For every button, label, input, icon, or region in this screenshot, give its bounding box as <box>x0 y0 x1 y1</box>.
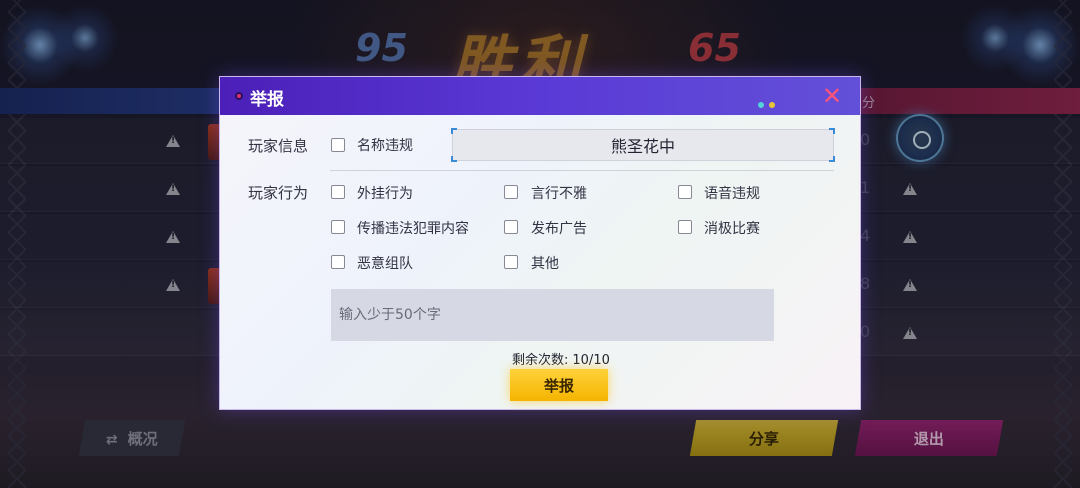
ads-label[interactable]: 发布广告 <box>531 218 587 238</box>
player-name-display: 熊圣花中 <box>451 128 835 162</box>
report-dialog: 举报 ✕ 玩家信息 名称违规 熊圣花中 玩家行为 外挂行为 言行不雅 语音违规 … <box>219 76 861 410</box>
report-description-input[interactable] <box>331 289 774 341</box>
player-info-label: 玩家信息 <box>248 137 309 155</box>
indecent-checkbox[interactable] <box>504 185 518 199</box>
player-name: 熊圣花中 <box>610 137 675 156</box>
submit-label: 举报 <box>543 376 574 395</box>
remaining-value: 10/10 <box>572 353 610 368</box>
dot-icon <box>758 102 764 108</box>
dot-icon <box>769 102 775 108</box>
indecent-label[interactable]: 言行不雅 <box>531 183 587 203</box>
cheat-checkbox[interactable] <box>331 185 345 199</box>
cheat-label[interactable]: 外挂行为 <box>357 183 413 203</box>
section-divider <box>330 170 834 171</box>
submit-report-button[interactable]: 举报 <box>510 369 608 401</box>
report-badge-icon <box>235 92 243 100</box>
decor-dots <box>758 93 780 112</box>
voice-violation-label[interactable]: 语音违规 <box>704 183 760 203</box>
passive-play-label[interactable]: 消极比赛 <box>704 218 760 238</box>
ads-checkbox[interactable] <box>504 220 518 234</box>
close-icon[interactable]: ✕ <box>820 84 844 108</box>
remaining-label: 剩余次数: <box>512 353 569 368</box>
dialog-header: 举报 ✕ <box>220 77 860 115</box>
player-behavior-label: 玩家行为 <box>248 184 309 202</box>
other-label[interactable]: 其他 <box>531 253 559 273</box>
name-violation-label[interactable]: 名称违规 <box>357 135 413 155</box>
malicious-team-label[interactable]: 恶意组队 <box>357 253 413 273</box>
passive-play-checkbox[interactable] <box>678 220 692 234</box>
malicious-team-checkbox[interactable] <box>331 255 345 269</box>
illegal-content-label[interactable]: 传播违法犯罪内容 <box>357 218 469 238</box>
illegal-content-checkbox[interactable] <box>331 220 345 234</box>
other-checkbox[interactable] <box>504 255 518 269</box>
remaining-count: 剩余次数: 10/10 <box>512 349 610 368</box>
name-violation-checkbox[interactable] <box>331 138 345 152</box>
dialog-title: 举报 <box>250 90 284 110</box>
voice-violation-checkbox[interactable] <box>678 185 692 199</box>
